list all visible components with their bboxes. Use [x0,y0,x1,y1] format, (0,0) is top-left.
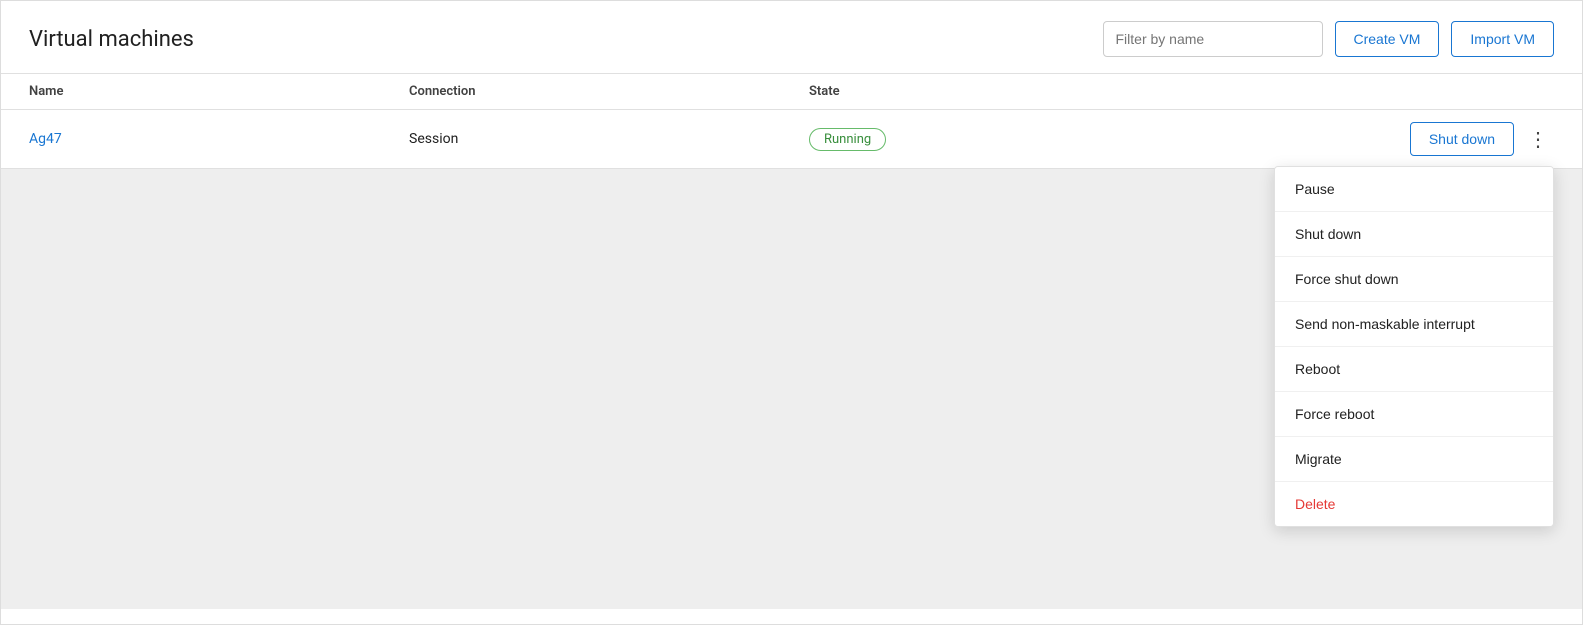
more-actions-button[interactable]: ⋮ [1522,123,1554,155]
cell-connection: Session [409,131,809,147]
dropdown-item-shutdown[interactable]: Shut down [1275,212,1553,257]
header-actions: Create VM Import VM [1103,21,1555,57]
create-vm-button[interactable]: Create VM [1335,21,1440,57]
vm-name-link[interactable]: Ag47 [29,131,62,147]
filter-input[interactable] [1103,21,1323,57]
more-icon: ⋮ [1528,127,1548,152]
page-container: Virtual machines Create VM Import VM Nam… [0,0,1583,625]
column-header-connection: Connection [409,84,809,99]
shutdown-button[interactable]: Shut down [1410,122,1514,156]
cell-state: Running [809,128,1410,151]
dropdown-item-reboot[interactable]: Reboot [1275,347,1553,392]
dropdown-item-migrate[interactable]: Migrate [1275,437,1553,482]
dropdown-item-force-shutdown[interactable]: Force shut down [1275,257,1553,302]
dropdown-item-pause[interactable]: Pause [1275,167,1553,212]
header: Virtual machines Create VM Import VM [1,1,1582,74]
dropdown-item-nmi[interactable]: Send non-maskable interrupt [1275,302,1553,347]
column-header-name: Name [29,84,409,99]
table-row: Ag47 Session Running Shut down ⋮ PauseSh… [1,110,1582,169]
column-header-state: State [809,84,1554,99]
dropdown-menu: PauseShut downForce shut downSend non-ma… [1274,166,1554,527]
dropdown-item-force-reboot[interactable]: Force reboot [1275,392,1553,437]
dropdown-item-delete[interactable]: Delete [1275,482,1553,526]
page-title: Virtual machines [29,27,194,52]
cell-actions: Shut down ⋮ PauseShut downForce shut dow… [1410,122,1554,156]
table-body: Ag47 Session Running Shut down ⋮ PauseSh… [1,110,1582,609]
state-badge: Running [809,128,886,151]
table-header: Name Connection State [1,74,1582,110]
cell-name: Ag47 [29,131,409,147]
import-vm-button[interactable]: Import VM [1451,21,1554,57]
